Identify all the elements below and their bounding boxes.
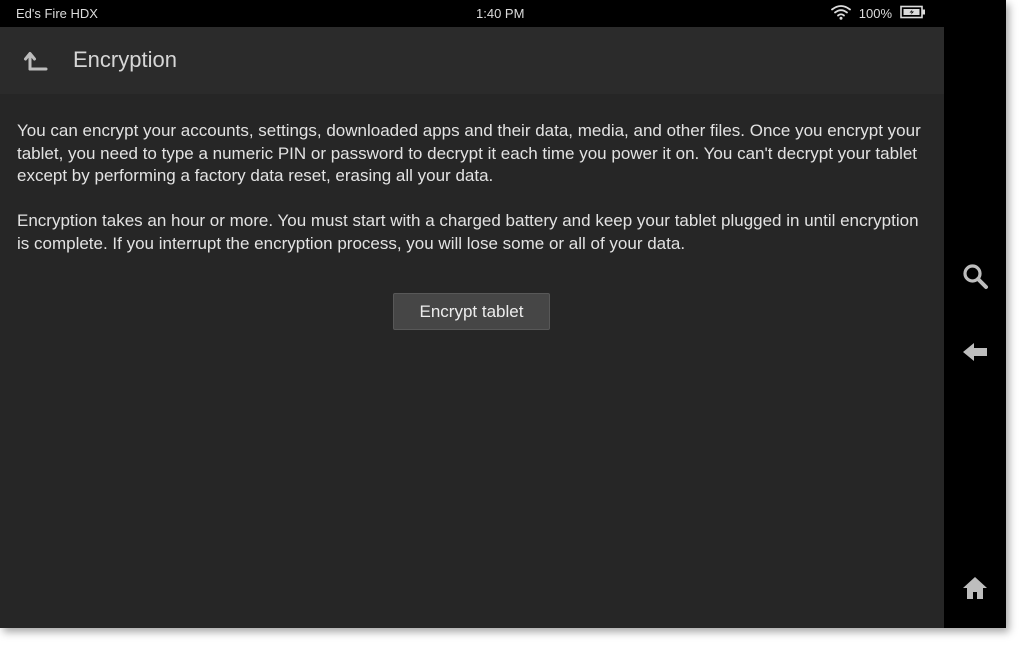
wifi-icon — [830, 4, 851, 23]
tablet-screen: Ed's Fire HDX 1:40 PM 100% Encryption Yo… — [0, 0, 1006, 628]
encryption-warning: Encryption takes an hour or more. You mu… — [17, 211, 919, 253]
back-arrow-icon[interactable] — [959, 336, 991, 368]
encrypt-tablet-button[interactable]: Encrypt tablet — [393, 293, 550, 330]
battery-percent: 100% — [858, 5, 892, 21]
title-bar: Encryption — [0, 27, 944, 94]
search-icon[interactable] — [959, 260, 991, 292]
status-indicators: 100% — [830, 4, 926, 23]
main-content: You can encrypt your accounts, settings,… — [0, 94, 944, 628]
battery-icon — [900, 5, 926, 22]
navigation-bar — [944, 0, 1006, 628]
encryption-description: You can encrypt your accounts, settings,… — [17, 121, 921, 185]
home-icon[interactable] — [959, 572, 991, 604]
page-title: Encryption — [73, 47, 177, 72]
status-bar: Ed's Fire HDX 1:40 PM 100% — [0, 0, 944, 27]
up-arrow-icon[interactable] — [22, 47, 50, 75]
device-name: Ed's Fire HDX — [16, 6, 98, 21]
status-time: 1:40 PM — [476, 6, 525, 21]
